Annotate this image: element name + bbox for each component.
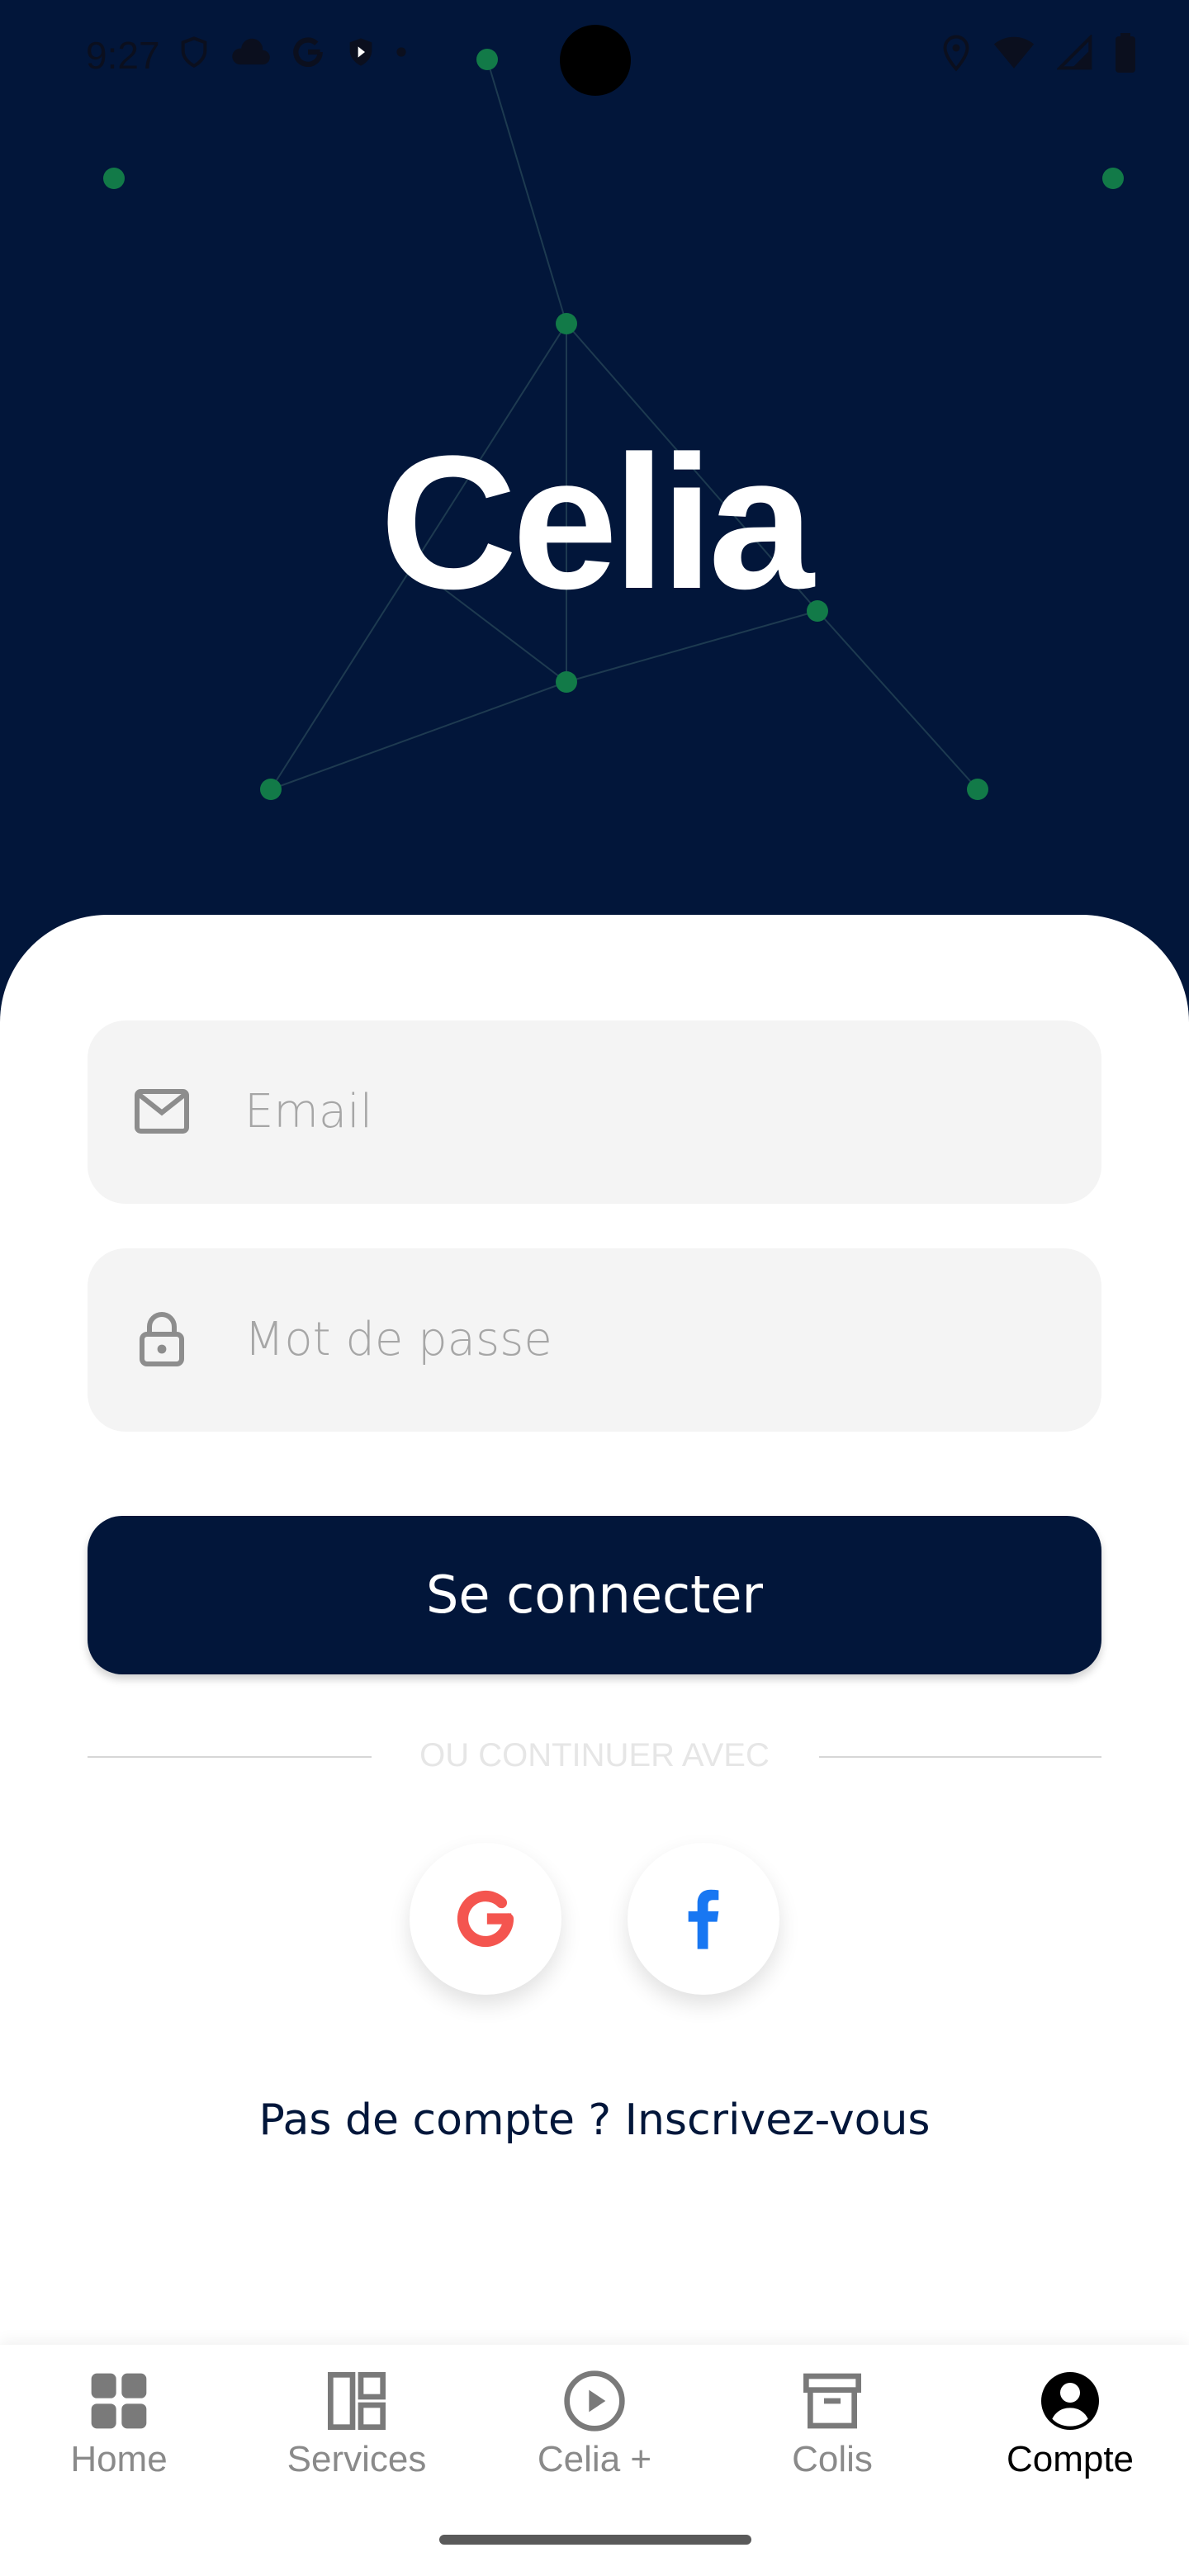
login-button[interactable]: Se connecter [88, 1516, 1101, 1674]
google-login-button[interactable] [410, 1843, 561, 1995]
divider-label: OU CONTINUER AVEC [419, 1737, 770, 1773]
nav-colis-label: Colis [792, 2439, 873, 2479]
nav-services[interactable]: Services [238, 2368, 476, 2480]
nav-celia-plus[interactable]: Celia + [476, 2368, 713, 2480]
nav-colis[interactable]: Colis [713, 2368, 951, 2480]
vpn-icon [349, 38, 372, 66]
signal-icon [1057, 35, 1092, 70]
nav-home-label: Home [70, 2439, 168, 2479]
nav-home[interactable]: Home [0, 2368, 238, 2480]
shield-icon [181, 36, 207, 68]
nav-compte[interactable]: Compte [951, 2368, 1189, 2480]
password-placeholder: Mot de passe [244, 1313, 552, 1366]
status-bar: 9:27 [0, 0, 1189, 116]
nav-celia-plus-label: Celia + [537, 2439, 652, 2479]
nav-services-label: Services [287, 2439, 427, 2479]
wifi-icon [993, 36, 1035, 69]
home-indicator[interactable] [439, 2535, 751, 2545]
signup-link[interactable]: Pas de compte ? Inscrivez-vous [0, 2095, 1189, 2145]
play-circle-icon [564, 2370, 625, 2432]
google-icon [293, 37, 323, 67]
mail-icon [135, 1089, 189, 1134]
status-time: 9:27 [86, 34, 160, 77]
facebook-icon [688, 1889, 719, 1949]
email-field[interactable]: Email [88, 1020, 1101, 1204]
nav-compte-label: Compte [1006, 2439, 1135, 2479]
facebook-login-button[interactable] [628, 1843, 779, 1995]
password-field[interactable]: Mot de passe [88, 1248, 1101, 1432]
account-circle-icon [1041, 2372, 1099, 2430]
grid-icon [91, 2373, 147, 2429]
location-icon [943, 35, 969, 72]
dashboard-icon [328, 2372, 386, 2430]
camera-cutout [560, 25, 631, 96]
email-placeholder: Email [244, 1085, 373, 1139]
cloud-icon [232, 38, 270, 65]
dot-icon [396, 47, 406, 57]
app-logo: Celia [380, 416, 814, 628]
lock-icon [140, 1312, 184, 1366]
archive-box-icon [803, 2373, 861, 2429]
google-icon [457, 1890, 514, 1948]
hero-banner: Celia [0, 0, 1189, 1073]
battery-icon [1116, 33, 1135, 73]
